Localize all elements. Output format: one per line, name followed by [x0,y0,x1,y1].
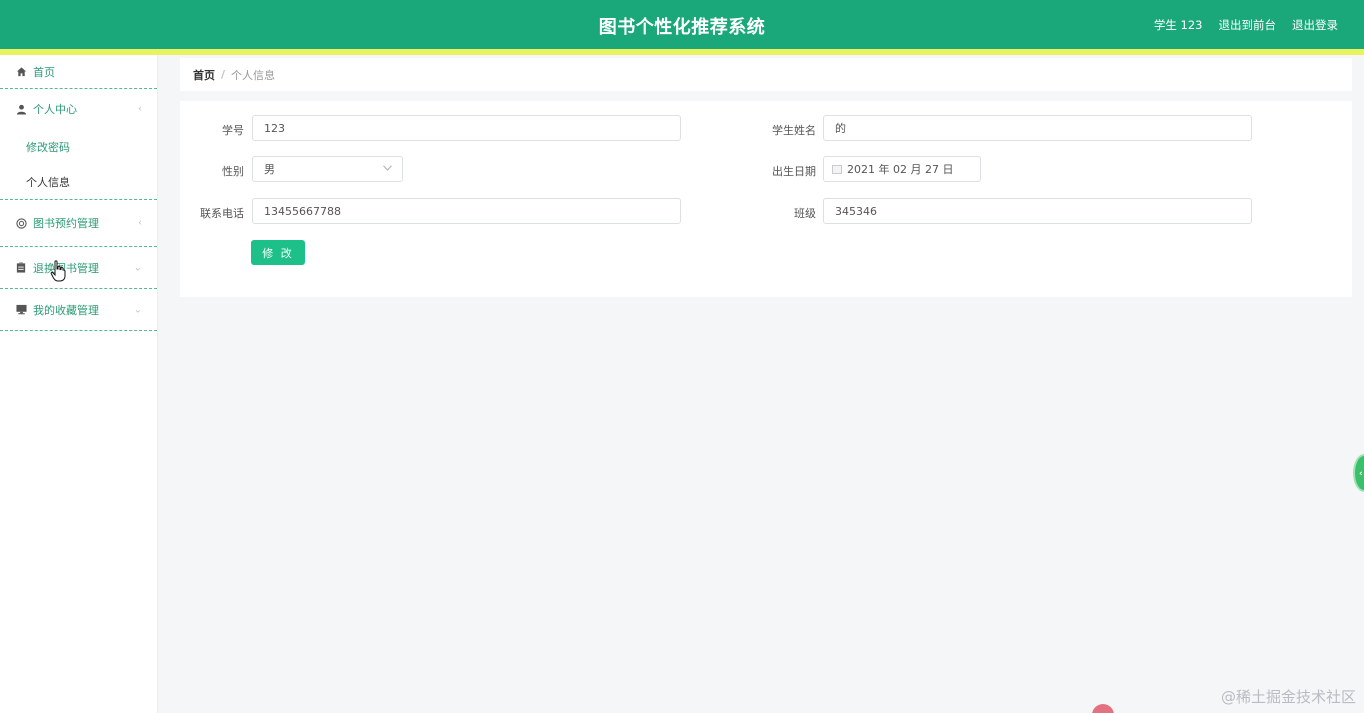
chevron-left-icon: ‹ [138,217,142,229]
sidebar-item-home[interactable]: 首页 [0,55,157,89]
birth-label: 出生日期 [772,165,816,178]
gender-value: 男 [264,163,275,176]
home-icon [15,66,27,78]
phone-label: 联系电话 [200,207,244,220]
chevron-down-icon: ⌄ [133,304,142,315]
class-label: 班级 [794,207,816,220]
birth-date-picker[interactable]: 2021 年 02 月 27 日 [823,156,981,182]
globe-icon [15,217,27,229]
breadcrumb-current: 个人信息 [231,68,276,82]
chevron-down-icon: ⌄ [133,262,142,273]
floating-red-button[interactable] [1092,704,1114,713]
user-icon [15,103,27,115]
gender-select[interactable]: 男 [252,156,403,182]
submenu-personal-center: 修改密码 个人信息 [0,129,157,200]
hand-cursor-icon [50,260,66,282]
sidebar-item-reservation[interactable]: 图书预约管理 ‹ [0,200,157,247]
sidebar-item-return-label: 退换图书管理 [33,261,99,275]
class-value: 345346 [835,204,877,218]
sidebar-item-personal-center-label: 个人中心 [33,103,77,116]
student-id-label: 学号 [222,124,244,137]
name-field[interactable]: 的 [823,115,1252,141]
class-field[interactable]: 345346 [823,198,1252,224]
chevron-down-icon [383,164,392,174]
sidebar: 首页 个人中心 ‹ 修改密码 个人信息 图书预约管理 ‹ 退换图书管理 ⌄ 我的… [0,55,158,713]
student-id-value: 123 [264,121,285,135]
arrow-icon: ‹ [1359,469,1363,479]
watermark: @稀土掘金技术社区 [1220,688,1356,706]
sidebar-item-home-label: 首页 [33,65,55,79]
sidebar-item-personal-center[interactable]: 个人中心 ‹ [0,89,157,129]
gender-label: 性别 [222,165,244,178]
student-id-field[interactable]: 123 [252,115,681,141]
breadcrumb: 首页 / 个人信息 [180,58,1352,91]
logout-link[interactable]: 退出登录 [1292,17,1338,33]
sidebar-item-change-password[interactable]: 修改密码 [0,129,157,164]
sidebar-item-favorites[interactable]: 我的收藏管理 ⌄ [0,289,157,331]
header-accent-bar [0,49,1364,55]
front-link[interactable]: 退出到前台 [1219,17,1277,33]
modify-button[interactable]: 修 改 [251,240,305,265]
user-label: 学生 123 [1153,18,1203,32]
monitor-icon [15,304,27,316]
breadcrumb-separator: / [221,68,226,81]
phone-value: 13455667788 [264,204,341,218]
name-value: 的 [835,122,846,135]
chevron-left-icon: ‹ [138,103,142,115]
sidebar-item-personal-info[interactable]: 个人信息 [0,164,157,199]
breadcrumb-home[interactable]: 首页 [193,67,215,83]
calendar-icon [832,164,842,174]
birth-value: 2021 年 02 月 27 日 [847,163,954,176]
sidebar-item-reservation-label: 图书预约管理 [33,217,99,230]
sidebar-item-return[interactable]: 退换图书管理 ⌄ [0,247,157,289]
clipboard-icon [15,262,27,274]
phone-field[interactable]: 13455667788 [252,198,681,224]
top-links: 学生 123 退出到前台 退出登录 [1154,17,1338,33]
top-navbar: 图书个性化推荐系统 学生 123 退出到前台 退出登录 [0,0,1364,49]
personal-info-form: 学号 123 学生姓名 的 性别 男 出生日期 2021 年 02 月 27 日… [180,101,1352,297]
floating-toggle-button[interactable]: ‹ [1353,454,1364,492]
sidebar-item-favorites-label: 我的收藏管理 [33,303,99,317]
name-label: 学生姓名 [772,124,816,137]
